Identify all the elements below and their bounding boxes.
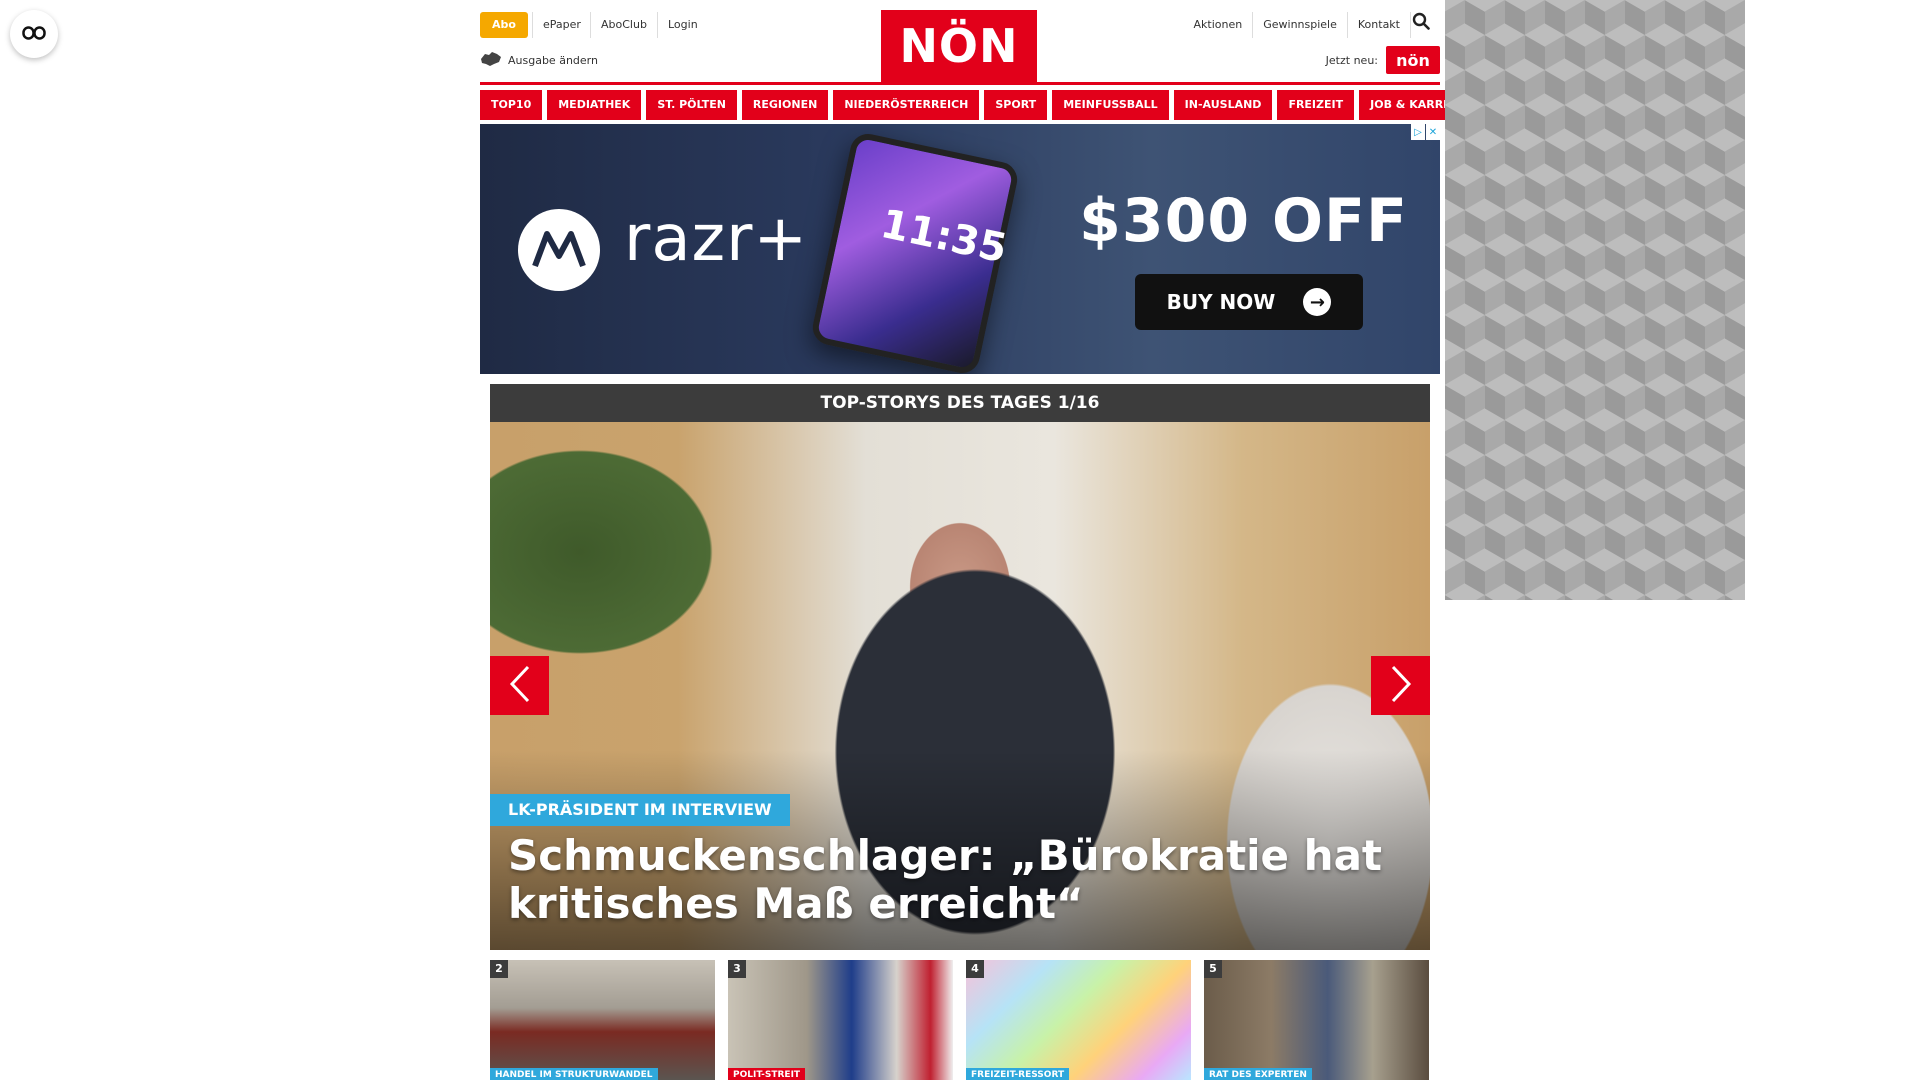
nav-item-mediathek[interactable]: MEDIATHEK: [547, 90, 642, 120]
nav-item-freizeit[interactable]: FREIZEIT: [1277, 90, 1355, 120]
adchoices-icon[interactable]: ▷: [1411, 124, 1425, 140]
ad-offer: $300 OFF: [1079, 186, 1408, 256]
story-thumb-5[interactable]: 5 RAT DES EXPERTEN: [1204, 960, 1429, 1080]
abo-button[interactable]: Abo: [480, 12, 528, 38]
noen-logo[interactable]: NÖN: [881, 10, 1037, 82]
hero-story-tag: LK-PRÄSIDENT IM INTERVIEW: [490, 794, 790, 826]
gewinnspiele-link[interactable]: Gewinnspiele: [1252, 12, 1347, 38]
thumb-number: 2: [490, 960, 508, 978]
thumb-tag: POLIT-STREIT: [728, 1068, 806, 1080]
hero-story[interactable]: LK-PRÄSIDENT IM INTERVIEW Schmuckenschla…: [490, 422, 1430, 950]
story-thumb-3[interactable]: 3 POLIT-STREIT: [728, 960, 953, 1080]
map-austria-icon: [480, 51, 502, 70]
thumb-tag: HANDEL IM STRUKTURWANDEL: [490, 1068, 658, 1080]
nav-item-meinfussball[interactable]: MEINFUSSBALL: [1052, 90, 1169, 120]
slider-prev-button[interactable]: [490, 656, 549, 715]
ausgabe-label: Ausgabe ändern: [508, 54, 598, 67]
aktionen-link[interactable]: Aktionen: [1184, 12, 1253, 38]
ad-buy-now-button[interactable]: BUY NOW →: [1135, 274, 1363, 330]
thumb-number: 4: [966, 960, 984, 978]
nav-item-niederoesterreich[interactable]: NIEDERÖSTERREICH: [833, 90, 980, 120]
aboclub-link[interactable]: AboClub: [590, 12, 657, 38]
header-divider: [480, 82, 1440, 85]
page: Abo ePaper AboClub Login Ausgabe ändern …: [0, 0, 1920, 1080]
story-thumb-4[interactable]: 4 FREIZEIT-RESSORT: [966, 960, 1191, 1080]
readmode-icon: [22, 25, 46, 44]
epaper-link[interactable]: ePaper: [532, 12, 591, 38]
top-stories-header: TOP-STORYS DES TAGES 1/16: [490, 384, 1430, 422]
nav-item-st-poelten[interactable]: ST. PÖLTEN: [646, 90, 737, 120]
arrow-right-icon: →: [1303, 288, 1332, 316]
motorola-logo-icon: [518, 209, 600, 291]
side-ad-pattern[interactable]: [1445, 0, 1745, 600]
jetzt-label: Jetzt neu:: [1325, 53, 1378, 67]
jetzt-neu-badge[interactable]: nön: [1386, 46, 1440, 74]
jetzt-neu: Jetzt neu: nön: [1326, 46, 1440, 74]
thumb-number: 5: [1204, 960, 1222, 978]
chevron-right-icon: [1389, 664, 1413, 708]
hero-story-title[interactable]: Schmuckenschlager: „Bürokratie hat kriti…: [508, 832, 1408, 928]
login-link[interactable]: Login: [657, 12, 708, 38]
nav-item-sport[interactable]: SPORT: [984, 90, 1048, 120]
story-thumb-2[interactable]: 2 HANDEL IM STRUKTURWANDEL: [490, 960, 715, 1080]
ad-phone-time: 11:35: [876, 200, 1011, 273]
chevron-left-icon: [508, 664, 532, 708]
ad-phone-image: 11:35: [809, 130, 1021, 374]
nav-item-regionen[interactable]: REGIONEN: [741, 90, 829, 120]
advertisement-banner[interactable]: razr+ 11:35 $300 OFF BUY NOW → ▷ ✕: [480, 124, 1440, 374]
thumb-number: 3: [728, 960, 746, 978]
adchoices: ▷ ✕: [1411, 124, 1440, 140]
thumb-tag: FREIZEIT-RESSORT: [966, 1068, 1070, 1080]
reader-mode-button[interactable]: [10, 10, 58, 58]
kontakt-link[interactable]: Kontakt: [1346, 12, 1410, 38]
search-icon: [1402, 12, 1440, 38]
thumb-tag: RAT DES EXPERTEN: [1204, 1068, 1312, 1080]
search-button[interactable]: [1410, 12, 1440, 38]
ausgabe-aendern-link[interactable]: Ausgabe ändern: [480, 51, 598, 70]
nav-item-top10[interactable]: TOP10: [480, 90, 543, 120]
nav-item-in-ausland[interactable]: IN-AUSLAND: [1173, 90, 1273, 120]
right-links: Aktionen Gewinnspiele Kontakt: [1184, 12, 1440, 38]
ad-brand: razr+: [624, 202, 809, 276]
top-header: Abo ePaper AboClub Login Ausgabe ändern …: [480, 10, 1440, 82]
story-thumbnails: 2 HANDEL IM STRUKTURWANDEL 3 POLIT-STREI…: [490, 960, 1430, 1080]
close-icon[interactable]: ✕: [1426, 124, 1440, 140]
ad-cta-label: BUY NOW: [1166, 290, 1276, 314]
slider-next-button[interactable]: [1371, 656, 1430, 715]
main-nav: TOP10 MEDIATHEK ST. PÖLTEN REGIONEN NIED…: [480, 90, 1482, 120]
